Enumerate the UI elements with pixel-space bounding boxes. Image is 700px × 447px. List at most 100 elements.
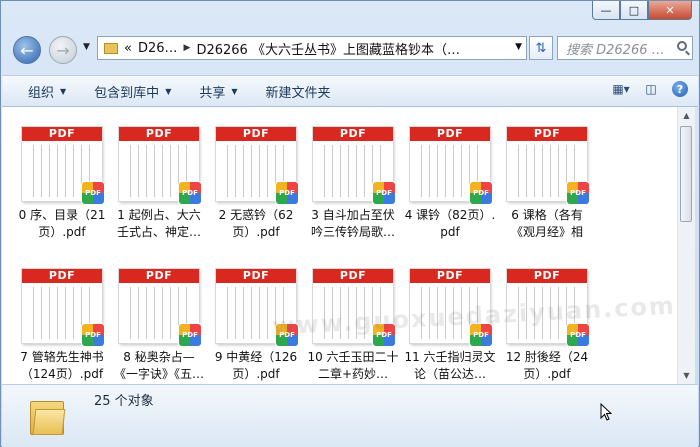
pdf-thumbnail: PDF PDF [119, 269, 201, 346]
file-name: 4 课钤（82页）.pdf [404, 208, 496, 239]
search-icon[interactable] [677, 41, 687, 51]
file-item[interactable]: PDF PDF 9 中黄经（126页）.pdf [209, 269, 303, 383]
file-item[interactable]: PDF PDF 12 肘後经（24页）.pdf [500, 269, 594, 383]
file-view[interactable]: PDF PDF 0 序、目录（21页）.pdf PDF PDF 1 起例占、大六壬式占、神… [2, 107, 677, 384]
help-icon[interactable]: ? [672, 81, 688, 97]
vertical-scrollbar[interactable]: ▲ ▼ [677, 107, 695, 384]
chevron-down-icon: ▼ [60, 86, 67, 96]
pdf-thumbnail: PDF PDF [313, 127, 395, 204]
new-folder-label: 新建文件夹 [265, 85, 331, 101]
file-item[interactable]: PDF PDF 2 无惑钤（62页）.pdf [209, 127, 303, 241]
pdf-banner: PDF [313, 127, 393, 141]
include-library-label: 包含到库中 [94, 85, 160, 101]
refresh-icon: ⇅ [535, 40, 547, 56]
view-controls: ▦▾ ◫ ? [612, 81, 688, 97]
organize-menu[interactable]: 组织 ▼ [2, 76, 80, 106]
change-view-icon[interactable]: ▦▾ [612, 81, 630, 97]
folder-icon [30, 395, 66, 435]
pdf-banner: PDF [119, 127, 199, 141]
pdf-banner: PDF [22, 127, 102, 141]
pdf-thumbnail: PDF PDF [119, 127, 201, 204]
pdf-banner: PDF [216, 269, 296, 283]
breadcrumb-separator-icon[interactable]: ▶ [184, 43, 191, 53]
pdf-banner: PDF [313, 269, 393, 283]
pdf-thumbnail: PDF PDF [216, 127, 298, 204]
pdf-banner: PDF [119, 269, 199, 283]
history-dropdown-icon[interactable]: ▼ [83, 42, 90, 52]
breadcrumb-current[interactable]: D26266 《大六壬丛书》上图藏蓝格钞本（… [196, 39, 460, 58]
pdf-app-icon: PDF [373, 182, 395, 204]
pdf-app-icon: PDF [179, 324, 201, 346]
pdf-banner: PDF [216, 127, 296, 141]
address-dropdown-icon[interactable]: ▼ [515, 42, 522, 52]
pdf-app-icon: PDF [373, 324, 395, 346]
file-name: 1 起例占、大六壬式占、神定… [116, 208, 201, 239]
file-name: 0 序、目录（21页）.pdf [18, 208, 106, 239]
scroll-down-icon[interactable]: ▼ [678, 367, 695, 384]
file-item[interactable]: PDF PDF 11 六壬指归灵文论（苗公达… [403, 269, 497, 383]
share-menu[interactable]: 共享 ▼ [185, 76, 251, 106]
refresh-button[interactable]: ⇅ [529, 36, 553, 60]
pdf-banner: PDF [22, 269, 102, 283]
chevron-down-icon: ▼ [165, 86, 172, 96]
command-bar: 组织 ▼ 包含到库中 ▼ 共享 ▼ 新建文件夹 ▦▾ ◫ ? [2, 75, 698, 107]
pdf-thumbnail: PDF PDF [313, 269, 395, 346]
file-name: 12 肘後经（24页）.pdf [505, 350, 589, 381]
address-bar[interactable]: « D26… ▶ D26266 《大六壬丛书》上图藏蓝格钞本（… ▼ [97, 36, 527, 60]
file-item[interactable]: PDF PDF 8 秘奥杂占—《一字诀》《五… [112, 269, 206, 383]
pdf-thumbnail: PDF PDF [410, 127, 492, 204]
new-folder-button[interactable]: 新建文件夹 [252, 76, 345, 106]
pdf-app-icon: PDF [179, 182, 201, 204]
back-arrow-icon: ← [20, 40, 34, 60]
file-name: 3 自斗加占至伏吟三传钤局歌… [310, 208, 395, 239]
maximize-button[interactable]: □ [620, 1, 648, 20]
scroll-up-icon[interactable]: ▲ [678, 107, 695, 124]
pdf-app-icon: PDF [82, 324, 104, 346]
file-name: 11 六壬指归灵文论（苗公达… [404, 350, 496, 381]
file-name: 10 六壬玉田二十二章+药妙… [307, 350, 399, 381]
file-name: 9 中黄经（126页）.pdf [214, 350, 298, 381]
pdf-banner: PDF [410, 127, 490, 141]
pdf-thumbnail: PDF PDF [410, 269, 492, 346]
include-library-menu[interactable]: 包含到库中 ▼ [80, 76, 185, 106]
pdf-thumbnail: PDF PDF [507, 269, 589, 346]
close-button[interactable]: ✕ [648, 1, 692, 20]
forward-button[interactable]: → [49, 36, 77, 64]
details-pane: 25 个对象 [2, 384, 698, 447]
window-controls: — □ ✕ [592, 1, 692, 21]
file-item[interactable]: PDF PDF 10 六壬玉田二十二章+药妙… [306, 269, 400, 383]
pdf-app-icon: PDF [567, 324, 589, 346]
chevron-down-icon: ▼ [231, 86, 238, 96]
pdf-thumbnail: PDF PDF [22, 127, 104, 204]
search-placeholder: 搜索 D26266 … [566, 42, 665, 58]
breadcrumb-overflow[interactable]: « [124, 41, 132, 56]
pdf-app-icon: PDF [82, 182, 104, 204]
file-item[interactable]: PDF PDF 4 课钤（82页）.pdf [403, 127, 497, 241]
preview-pane-icon[interactable]: ◫ [642, 81, 660, 97]
pdf-app-icon: PDF [470, 324, 492, 346]
pdf-app-icon: PDF [567, 182, 589, 204]
folder-icon [104, 42, 118, 54]
file-item[interactable]: PDF PDF 0 序、目录（21页）.pdf [15, 127, 109, 241]
pdf-banner: PDF [410, 269, 490, 283]
file-name: 6 课格（各有《观月经》相应… [510, 208, 583, 239]
pdf-thumbnail: PDF PDF [216, 269, 298, 346]
scrollbar-thumb[interactable] [680, 126, 692, 222]
minimize-button[interactable]: — [592, 1, 620, 20]
pdf-thumbnail: PDF PDF [507, 127, 589, 204]
pdf-app-icon: PDF [276, 182, 298, 204]
pdf-banner: PDF [507, 127, 587, 141]
share-label: 共享 [199, 85, 226, 101]
back-button[interactable]: ← [13, 36, 41, 64]
breadcrumb-root[interactable]: D26… [138, 41, 178, 56]
search-input[interactable]: 搜索 D26266 … [557, 36, 693, 60]
explorer-window: — □ ✕ ← → ▼ « D26… ▶ D26266 《大六壬丛书》上图藏蓝格… [0, 0, 700, 447]
file-item[interactable]: PDF PDF 6 课格（各有《观月经》相应… [500, 127, 594, 241]
pdf-thumbnail: PDF PDF [22, 269, 104, 346]
file-item[interactable]: PDF PDF 3 自斗加占至伏吟三传钤局歌… [306, 127, 400, 241]
file-item[interactable]: PDF PDF 1 起例占、大六壬式占、神定… [112, 127, 206, 241]
pdf-app-icon: PDF [470, 182, 492, 204]
mouse-cursor-icon [600, 403, 612, 421]
file-name: 7 管辂先生神书（124页）.pdf [20, 350, 104, 381]
file-item[interactable]: PDF PDF 7 管辂先生神书（124页）.pdf [15, 269, 109, 383]
